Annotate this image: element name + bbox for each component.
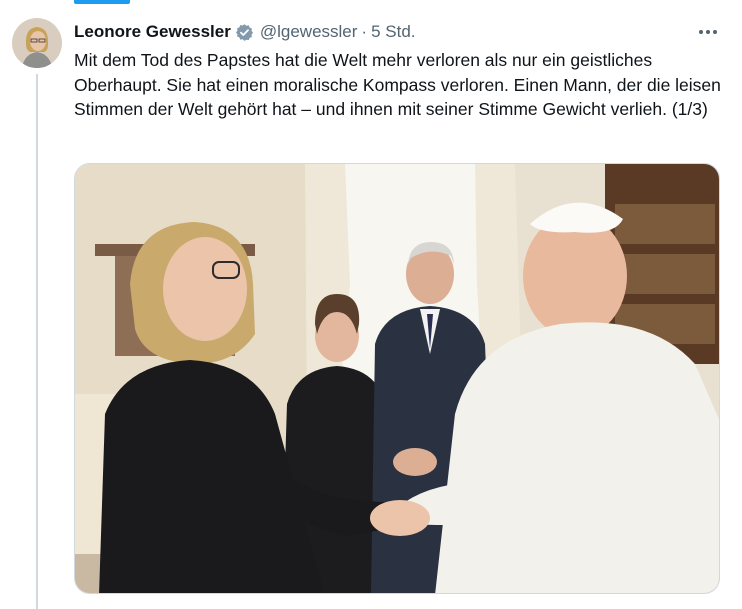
tweet-text: Mit dem Tod des Papstes hat die Welt meh… xyxy=(74,50,721,119)
thread-line xyxy=(36,74,38,609)
avatar[interactable] xyxy=(12,18,62,68)
separator-dot: · xyxy=(361,22,368,41)
verified-badge-icon xyxy=(235,23,254,42)
more-options-icon[interactable] xyxy=(696,22,720,42)
tweet-photo[interactable] xyxy=(74,163,720,594)
tweet-header: Leonore Gewessler @lgewessler · 5 Std. xyxy=(74,20,416,44)
author-name[interactable]: Leonore Gewessler xyxy=(74,22,231,42)
timestamp[interactable]: 5 Std. xyxy=(371,22,415,42)
author-handle[interactable]: @lgewessler xyxy=(260,22,358,42)
tweet[interactable]: Leonore Gewessler @lgewessler · 5 Std. M… xyxy=(0,0,742,609)
